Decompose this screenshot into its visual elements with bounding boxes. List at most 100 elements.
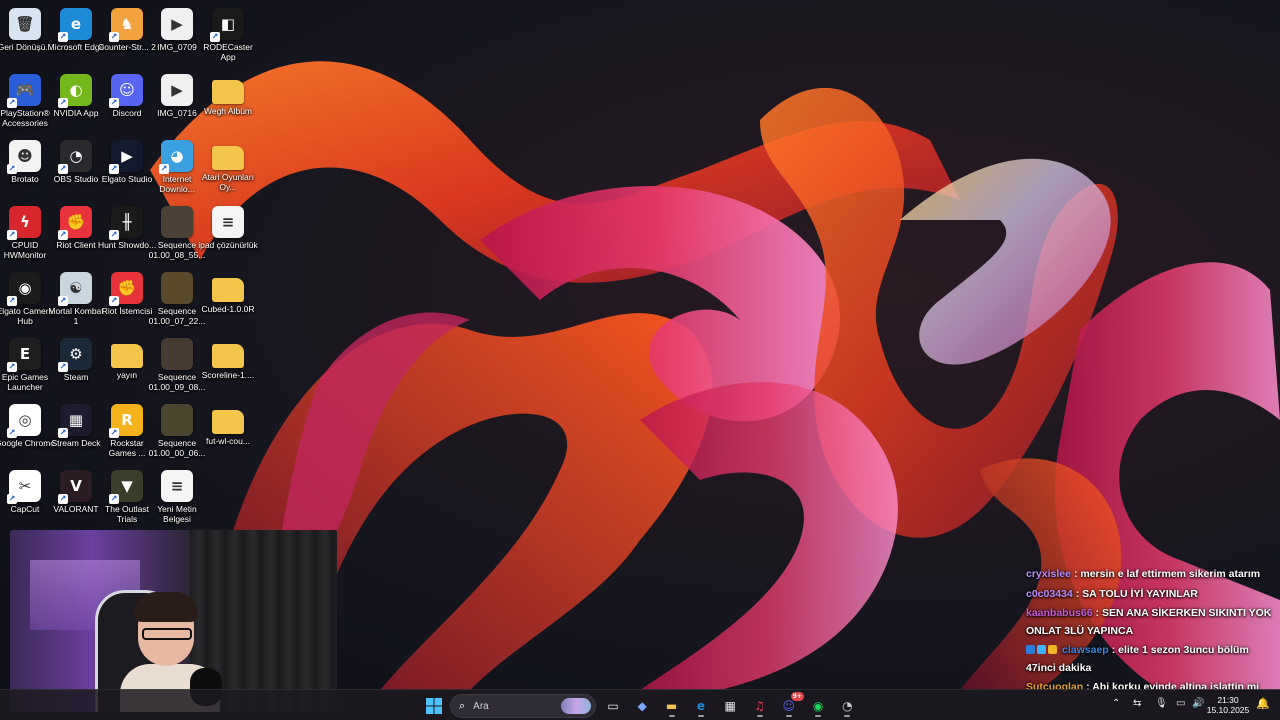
desktop-icon[interactable]: ▦ ↗ Stream Deck [50,400,102,462]
chat-username: clawsaep [1062,644,1109,656]
hunt-showdown-icon: ╫ ↗ [109,206,143,240]
running-indicator [756,715,763,717]
desktop-icon[interactable]: 🎮 ↗ PlayStation® Accessories [0,70,51,132]
desktop-icon[interactable]: Sequence 01.00_09_08... [149,334,205,396]
image-thumb-icon [161,272,193,304]
desktop-icon-label: Wegh Albüm [203,106,253,116]
desktop-icon[interactable]: Sequence 01.00_00_06... [149,400,205,462]
folder-icon [212,410,244,434]
desktop-icon[interactable]: ◔ ↗ OBS Studio [50,136,102,198]
desktop-icon[interactable]: e ↗ Microsoft Edge [48,4,104,66]
network-share-icon[interactable]: ⇆ [1133,698,1141,709]
desktop-icon[interactable]: Scoreline-1.... [202,334,254,396]
desktop-icon[interactable]: ≡ Yeni Metin Belgesi [151,466,203,528]
folder-icon [212,278,244,302]
desktop-icon[interactable]: Wegh Albüm [202,70,254,132]
shortcut-arrow-icon: ↗ [58,32,68,42]
taskbar-app-button[interactable]: e [689,694,713,718]
shortcut-arrow-icon: ↗ [58,428,68,438]
desktop-icon-label: RODECaster App [203,42,253,62]
chat-message: clawsaep: elite 1 sezon 3uncu bölüm 47in… [1026,642,1276,677]
desktop-icon[interactable]: ☺ ↗ Discord [101,70,153,132]
desktop-icon[interactable]: ✂ ↗ CapCut [0,466,51,528]
discord-icon: ☺ ↗ [109,74,143,108]
volume-icon[interactable]: 🔊 [1192,698,1204,709]
desktop-icon-label: Cubed-1.0.0R [201,304,255,314]
chevron-up-icon[interactable]: ⌃ [1112,698,1120,709]
edge-icon: e [696,699,705,713]
desktop-icon[interactable]: ◉ ↗ Elgato Camera Hub [0,268,53,330]
shortcut-arrow-icon: ↗ [58,98,68,108]
shortcut-arrow-icon: ↗ [109,32,119,42]
chat-message: kaanbabus66: SEN ANA SİKERKEN SIKINTI YO… [1026,605,1276,640]
desktop-icon[interactable]: yayın [101,334,153,396]
chat-badge-icon [1048,645,1057,654]
taskbar-app-button[interactable]: ◆ [630,694,654,718]
desktop-icon[interactable]: ✊ ↗ Riot Client [50,202,102,264]
desktop-icon[interactable]: ▶ IMG_0709 [151,4,203,66]
video-file-icon: ▶ [161,74,193,106]
stream-deck-icon: ▦ ↗ [58,404,92,438]
taskbar-app-button[interactable]: ◉ [806,694,830,718]
taskbar-app-button[interactable]: ▬ [660,694,684,718]
shortcut-arrow-icon: ↗ [109,230,119,240]
desktop-icon[interactable]: ◎ ↗ Google Chrome [0,400,55,462]
desktop-icon[interactable]: fut-wl-cou... [202,400,254,462]
notification-bell-icon[interactable]: 🔔 [1256,697,1270,710]
desktop-icon[interactable]: ⚙ ↗ Steam [50,334,102,396]
search-icon: ⌕ [459,699,466,712]
desktop-icon[interactable]: ╫ ↗ Hunt Showdo... [98,202,156,264]
microphone-icon[interactable]: 🎙 [1155,698,1168,709]
riot-istemcisi-icon: ✊ ↗ [109,272,143,306]
running-indicator [844,715,851,717]
desktop-icon-label: Yeni Metin Belgesi [157,504,197,524]
search-highlight-icon [561,698,591,714]
desktop-icon[interactable]: Sequence 01.00_07_22... [149,268,205,330]
shortcut-arrow-icon: ↗ [109,296,119,306]
desktop-icon[interactable]: R ↗ Rockstar Games ... [101,400,153,462]
shortcut-arrow-icon: ↗ [58,494,68,504]
taskbar-app-button[interactable]: ▭ [601,694,625,718]
taskbar-app-button[interactable]: ◔ [835,694,859,718]
taskbar-app-button[interactable]: ▦ [718,694,742,718]
display-icon[interactable]: ▭ [1176,698,1185,709]
chat-username: kaanbabus66 [1026,607,1093,619]
webcam-person-glasses [142,628,192,640]
desktop-icon[interactable]: ◕ ↗ Internet Downlo... [151,136,203,198]
taskbar-clock[interactable]: 21:30 15.10.2025 [1206,695,1250,715]
desktop-icon[interactable]: Atari Oyunları Oy... [202,136,254,198]
desktop-icon[interactable]: ☯ ↗ Mortal Kombat 1 [48,268,104,330]
desktop-icon[interactable]: ≡ ipad çözünürlük [198,202,258,264]
desktop-icon[interactable]: ▶ ↗ Elgato Studio [101,136,153,198]
chat-text: : SA TOLU İYİ YAYINLAR [1075,587,1198,600]
desktop-icon[interactable]: Cubed-1.0.0R [202,268,254,330]
chat-username: c0c03434 [1026,587,1073,600]
desktop-icon[interactable]: 🗑 Geri Dönüşü... [0,4,52,66]
image-thumb-icon [161,338,193,370]
desktop-icon[interactable]: Sequence 01.00_08_55... [149,202,205,264]
desktop-icon[interactable]: V ↗ VALORANT [50,466,102,528]
text-file-icon: ≡ [161,470,193,502]
desktop-icon[interactable]: ◧ ↗ RODECaster App [202,4,254,66]
desktop-icon[interactable]: E ↗ Epic Games Launcher [0,334,51,396]
shortcut-arrow-icon: ↗ [7,230,17,240]
desktop-icon[interactable]: ◐ ↗ NVIDIA App [50,70,102,132]
desktop-icon[interactable]: ϟ ↗ CPUID HWMonitor [0,202,51,264]
desktop-icon[interactable]: ▶ IMG_0716 [151,70,203,132]
desktop-icon[interactable]: ✊ ↗ Riot İstemcisi [101,268,153,330]
nvidia-icon: ◐ ↗ [58,74,92,108]
start-button[interactable] [422,694,446,718]
image-thumb-icon [161,404,193,436]
idm-icon: ◕ ↗ [159,140,193,174]
desktop-icon[interactable]: ▼ ↗ The Outlast Trials [101,466,153,528]
shortcut-arrow-icon: ↗ [58,296,68,306]
rodecaster-icon: ◧ ↗ [210,8,244,42]
shortcut-arrow-icon: ↗ [7,98,17,108]
taskbar-search-box[interactable]: ⌕ Ara [450,694,596,718]
desktop-icon[interactable]: ♞ ↗ Counter-Str... 2 [98,4,156,66]
shortcut-arrow-icon: ↗ [159,164,169,174]
taskbar-app-button[interactable]: ♫ [748,694,772,718]
taskbar-app-button[interactable]: ☺ 9+ [777,692,804,718]
desktop-icon[interactable]: ☻ ↗ Brotato [0,136,51,198]
obs-icon: ◔ ↗ [58,140,92,174]
